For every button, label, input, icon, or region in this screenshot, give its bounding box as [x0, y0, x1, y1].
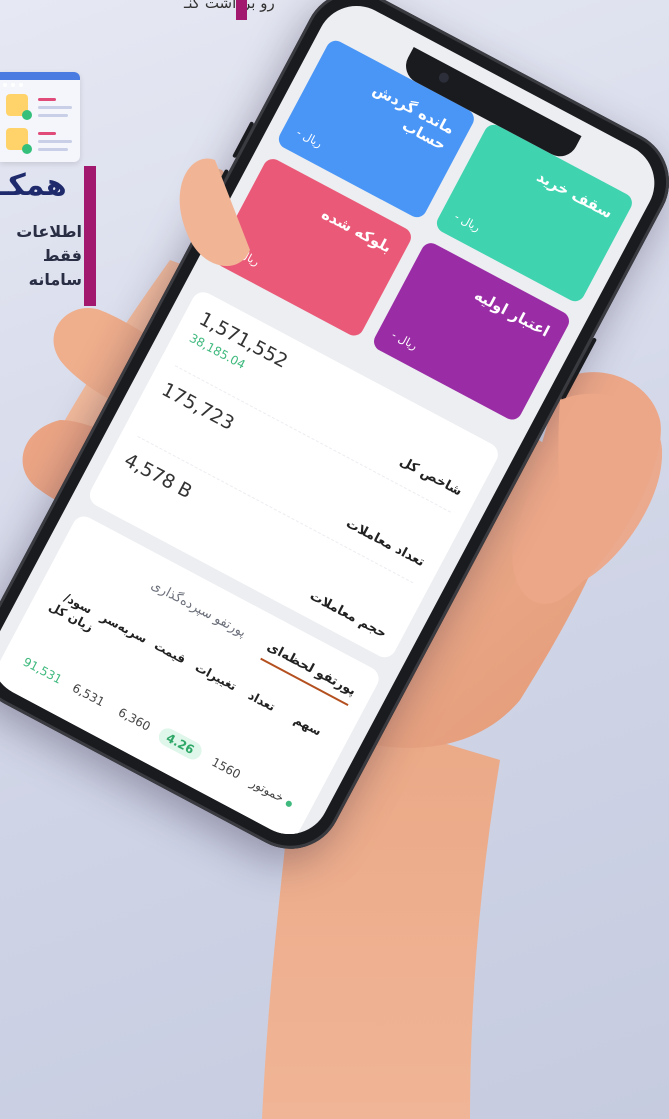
row-pnl: 91,531 [20, 654, 65, 687]
row-change: 4.26 [155, 725, 205, 763]
tab-deposit-portfolio[interactable]: پورتفو سپرده‌گذاری [145, 578, 248, 648]
card-value: ریال - [231, 244, 262, 269]
row-count: 1560 [209, 754, 243, 782]
card-value: ریال - [389, 328, 420, 353]
row-symbol: خموتور [246, 774, 298, 811]
card-value: ریال - [294, 125, 325, 151]
row-price: 6,360 [115, 705, 153, 734]
stat-label: حجم معاملات [307, 588, 389, 642]
tab-live-portfolio[interactable]: پورتفو لحظه‌ای [260, 639, 359, 707]
card-value: ریال - [452, 210, 483, 235]
row-breakeven: 6,531 [69, 680, 107, 710]
